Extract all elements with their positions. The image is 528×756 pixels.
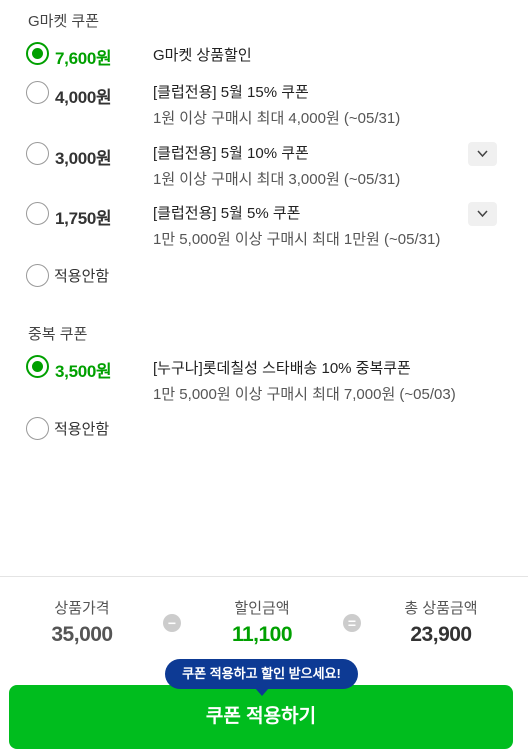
- chevron-down-icon: [477, 150, 488, 158]
- no-apply-label: 적용안함: [54, 268, 110, 285]
- total-label: 총 상품금액: [404, 600, 478, 617]
- coupon-desc: 1원 이상 구매시 최대 4,000원 (~05/31): [153, 110, 401, 127]
- coupon-amount: 1,750원: [55, 209, 112, 228]
- coupon-title: [클럽전용] 5월 10% 쿠폰: [153, 145, 309, 162]
- discount-value: 11,100: [231, 623, 293, 646]
- no-apply-radio[interactable]: [26, 417, 49, 440]
- equals-icon: =: [343, 614, 361, 632]
- price-label: 상품가격: [54, 600, 110, 617]
- coupon-title: [클럽전용] 5월 5% 쿠폰: [153, 205, 301, 222]
- coupon-radio-selected[interactable]: [26, 42, 49, 65]
- discount-label: 할인금액: [234, 600, 290, 617]
- coupon-desc: 1만 5,000원 이상 구매시 최대 1만원 (~05/31): [153, 231, 441, 248]
- chevron-down-icon: [477, 210, 488, 218]
- coupon-radio[interactable]: [26, 81, 49, 104]
- coupon-radio-selected[interactable]: [26, 355, 49, 378]
- no-apply-radio[interactable]: [26, 264, 49, 287]
- coupon-title: [누구나]롯데칠성 스타배송 10% 중복쿠폰: [153, 360, 411, 377]
- expand-chevron-button[interactable]: [468, 142, 497, 166]
- coupon-amount: 3,000원: [55, 149, 112, 168]
- coupon-amount: 4,000원: [55, 88, 112, 107]
- price-value: 35,000: [51, 623, 113, 646]
- dup-coupon-section-title: 중복 쿠폰: [28, 326, 88, 343]
- coupon-radio[interactable]: [26, 202, 49, 225]
- coupon-desc: 1원 이상 구매시 최대 3,000원 (~05/31): [153, 171, 401, 188]
- coupon-desc: 1만 5,000원 이상 구매시 최대 7,000원 (~05/03): [153, 386, 456, 403]
- coupon-title: [클럽전용] 5월 15% 쿠폰: [153, 84, 309, 101]
- no-apply-label: 적용안함: [54, 421, 110, 438]
- coupon-amount: 3,500원: [55, 362, 112, 381]
- minus-icon: −: [163, 614, 181, 632]
- expand-chevron-button[interactable]: [468, 202, 497, 226]
- coupon-title: G마켓 상품할인: [153, 47, 252, 64]
- coupon-amount: 7,600원: [55, 49, 112, 68]
- promo-tooltip: 쿠폰 적용하고 할인 받으세요!: [165, 659, 358, 696]
- coupon-radio[interactable]: [26, 142, 49, 165]
- total-value: 23,900: [410, 623, 472, 646]
- gmarket-coupon-section-title: G마켓 쿠폰: [28, 13, 100, 30]
